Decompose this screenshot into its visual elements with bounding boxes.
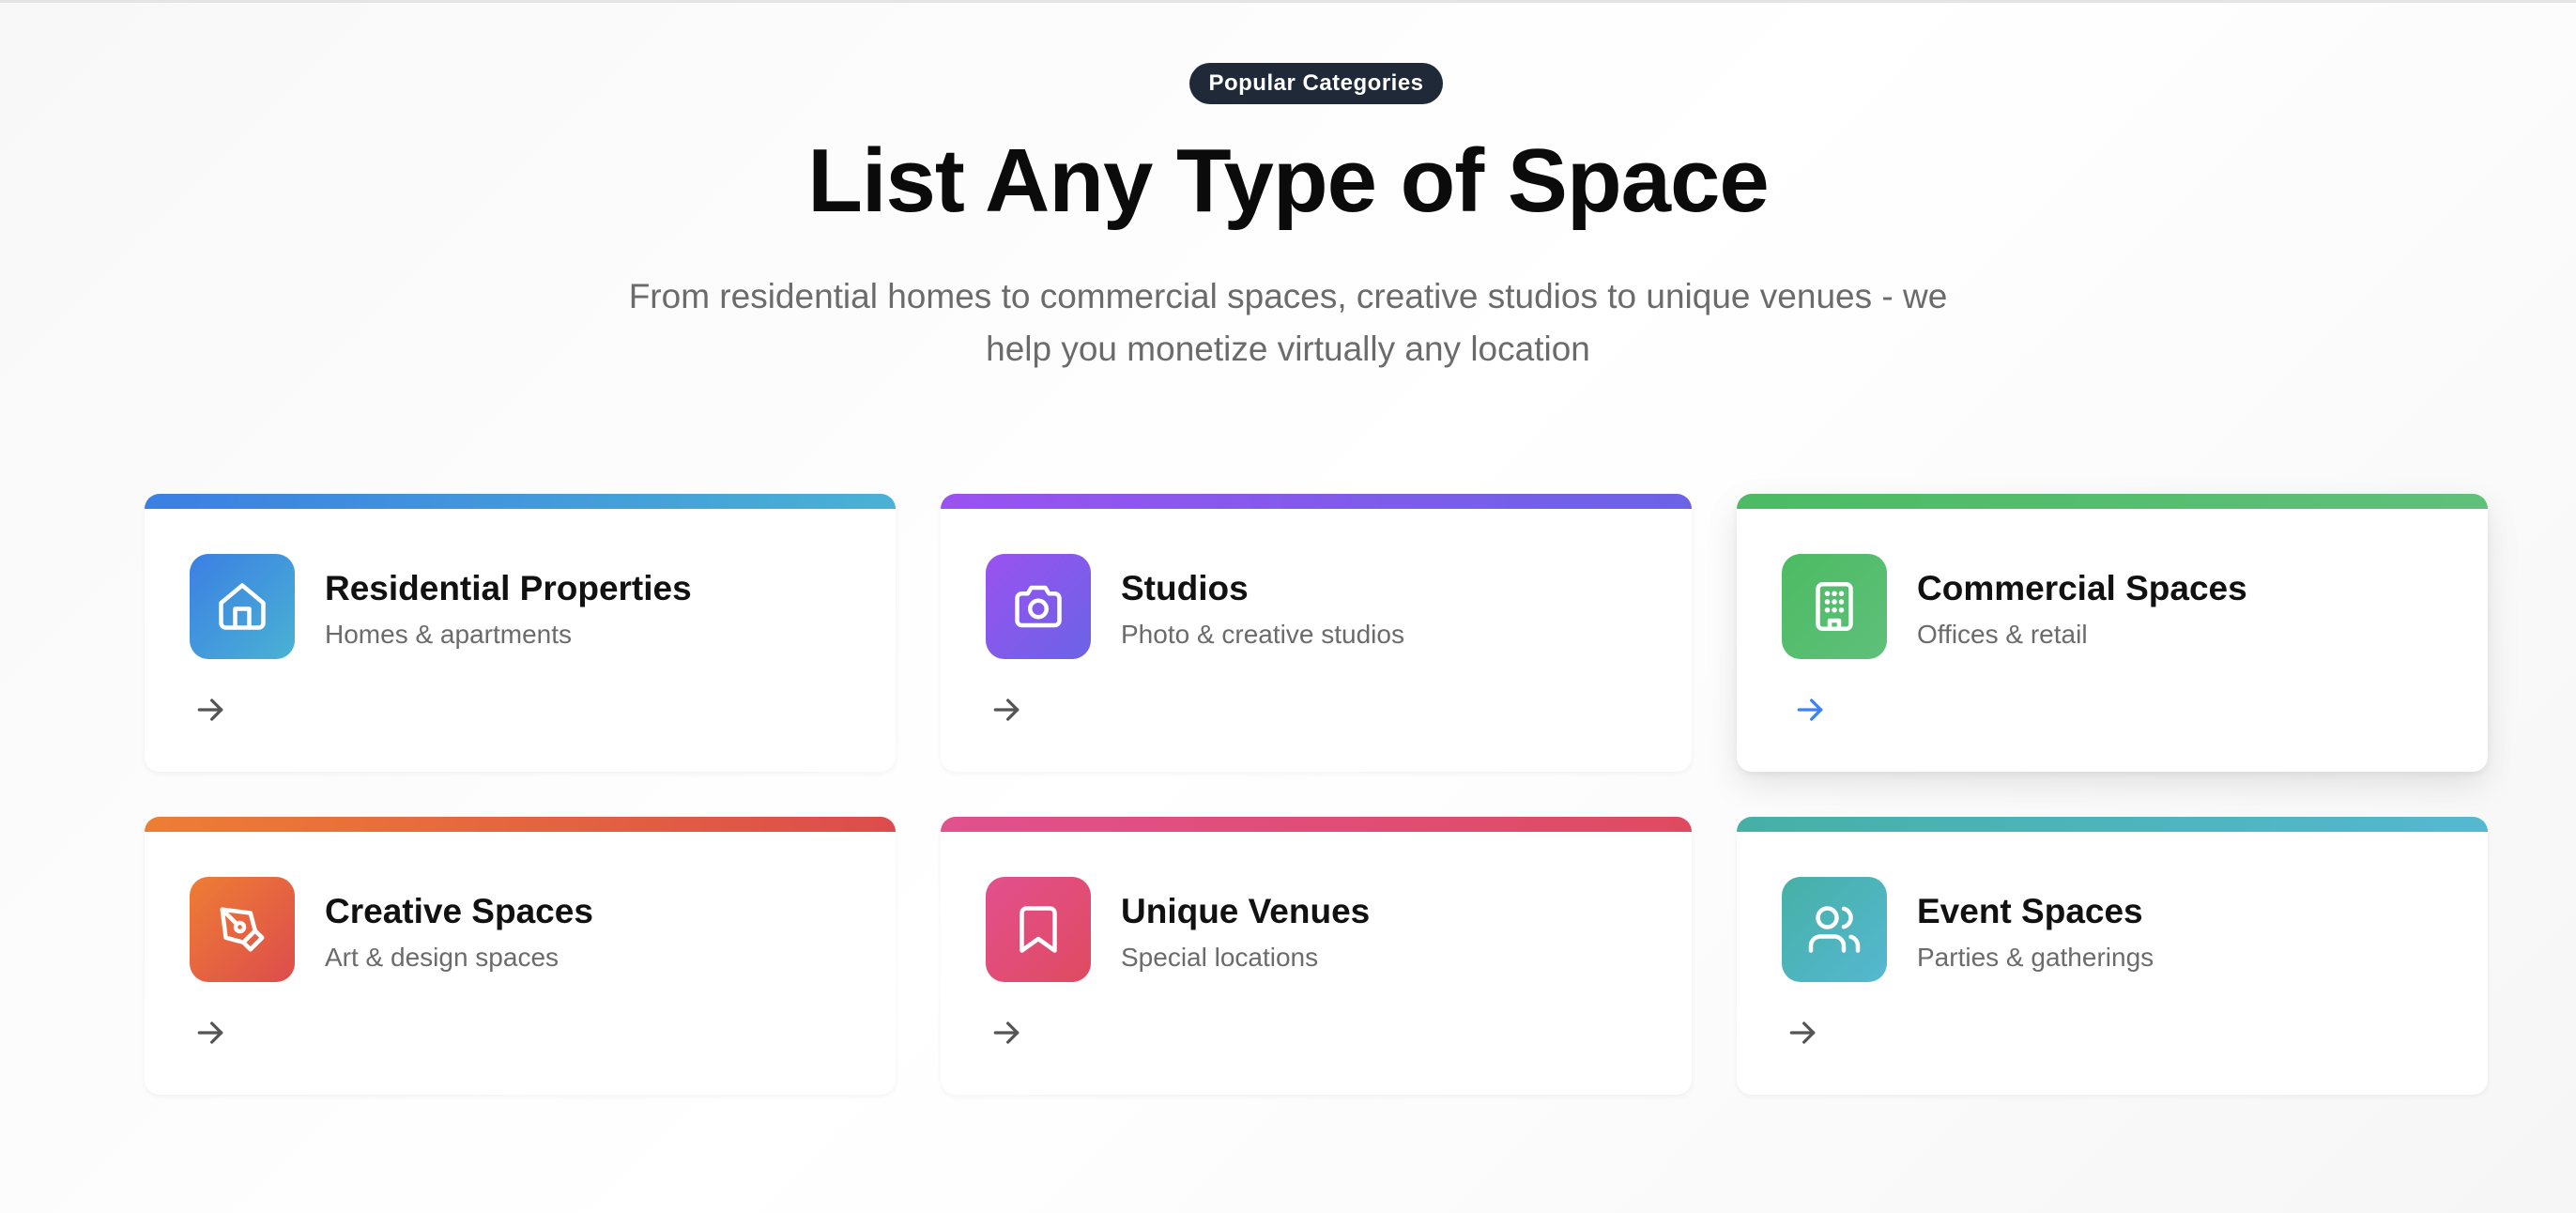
house-icon [219, 583, 266, 630]
users-icon [1808, 906, 1861, 953]
card-subtitle: Offices & retail [1917, 620, 2088, 649]
category-card-event-spaces[interactable]: Event Spaces Parties & gatherings [1737, 817, 2488, 1095]
section-title: List Any Type of Space [807, 131, 1770, 231]
category-card-creative[interactable]: Creative Spaces Art & design spaces [145, 817, 896, 1095]
card-subtitle: Parties & gatherings [1917, 943, 2154, 972]
card-subtitle: Homes & apartments [325, 620, 572, 649]
card-icon-box [190, 877, 295, 982]
arrow-right-icon[interactable] [1784, 1014, 1821, 1052]
card-icon-box [1782, 877, 1887, 982]
section-subtitle: From residential homes to commercial spa… [628, 277, 1948, 368]
card-title: Unique Venues [1121, 892, 1371, 930]
bookmark-icon [1020, 906, 1057, 953]
card-icon-box [190, 554, 295, 659]
card-icon-box [1782, 554, 1887, 659]
card-accent-bar [1737, 817, 2488, 832]
card-accent-bar [941, 817, 1692, 832]
arrow-right-icon[interactable] [192, 691, 229, 729]
card-title: Event Spaces [1917, 892, 2143, 930]
arrow-right-icon[interactable] [988, 1014, 1025, 1052]
card-accent-bar [941, 494, 1692, 509]
card-icon-box [986, 877, 1091, 982]
building-icon [1816, 582, 1853, 631]
category-card-residential[interactable]: Residential Properties Homes & apartment… [145, 494, 896, 772]
camera-icon [1015, 585, 1062, 628]
popular-categories-badge: Popular Categories [1189, 63, 1443, 104]
arrow-right-icon[interactable] [192, 1014, 229, 1052]
card-accent-bar [145, 817, 896, 832]
card-icon-box [986, 554, 1091, 659]
category-card-commercial[interactable]: Commercial Spaces Offices & retail [1737, 494, 2488, 772]
card-title: Residential Properties [325, 569, 692, 607]
pen-tool-icon [220, 907, 265, 952]
card-subtitle: Special locations [1121, 943, 1319, 972]
card-subtitle: Art & design spaces [325, 943, 560, 972]
card-title: Studios [1121, 569, 1249, 607]
arrow-right-icon[interactable] [1791, 691, 1829, 729]
arrow-right-icon[interactable] [988, 691, 1025, 729]
card-title: Commercial Spaces [1917, 569, 2247, 607]
top-divider [0, 0, 2576, 3]
card-subtitle: Photo & creative studios [1121, 620, 1404, 649]
category-card-studios[interactable]: Studios Photo & creative studios [941, 494, 1692, 772]
category-card-unique-venues[interactable]: Unique Venues Special locations [941, 817, 1692, 1095]
card-title: Creative Spaces [325, 892, 593, 930]
card-accent-bar [145, 494, 896, 509]
card-accent-bar [1737, 494, 2488, 509]
